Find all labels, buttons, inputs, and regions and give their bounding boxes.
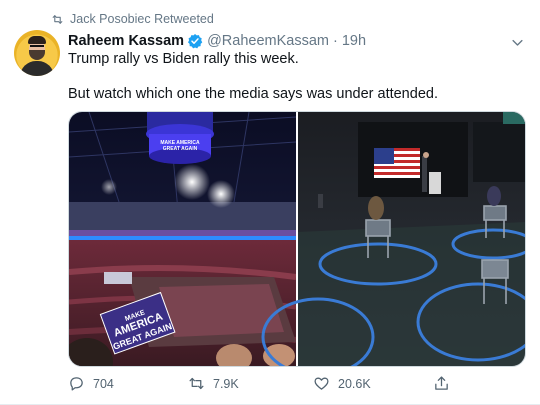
retweet-icon: [189, 377, 204, 390]
share-icon: [435, 376, 448, 390]
like-count: 20.6K: [338, 376, 371, 391]
tweet-media[interactable]: MAKE AMERICA GREAT AGAIN MAKE AMERICA GR…: [68, 111, 526, 367]
retweet-context[interactable]: Jack Posobiec Retweeted: [51, 12, 214, 26]
separator-dot: ·: [332, 33, 338, 49]
chevron-down-icon[interactable]: [510, 35, 525, 50]
svg-text:GREAT AGAIN: GREAT AGAIN: [163, 146, 198, 152]
retweet-icon: [52, 14, 63, 24]
us-flag: [374, 148, 420, 178]
heart-icon: [314, 377, 329, 390]
reply-button[interactable]: 704: [68, 375, 114, 392]
retweet-count: 7.9K: [213, 376, 239, 391]
reply-count: 704: [93, 376, 114, 391]
like-button[interactable]: 20.6K: [313, 375, 371, 392]
tweet-text-line-1: Trump rally vs Biden rally this week.: [68, 51, 299, 67]
verified-badge-icon: [188, 34, 203, 49]
author-name[interactable]: Raheem Kassam: [68, 33, 184, 49]
retweet-button[interactable]: 7.9K: [188, 375, 239, 392]
author-handle[interactable]: @RaheemKassam: [207, 33, 329, 49]
share-button[interactable]: [433, 375, 450, 392]
retweet-label: Jack Posobiec Retweeted: [70, 12, 214, 26]
reply-icon: [70, 377, 83, 391]
tweet-card[interactable]: Jack Posobiec Retweeted Raheem Kassam @R…: [0, 0, 540, 405]
tweet-header: Raheem Kassam @RaheemKassam · 19h: [68, 33, 366, 49]
avatar[interactable]: [14, 30, 60, 76]
tweet-text-line-2: But watch which one the media says was u…: [68, 86, 438, 102]
trump-rally-image[interactable]: MAKE AMERICA GREAT AGAIN MAKE AMERICA GR…: [69, 112, 297, 366]
timestamp[interactable]: 19h: [342, 33, 366, 49]
biden-rally-image[interactable]: [261, 112, 525, 366]
